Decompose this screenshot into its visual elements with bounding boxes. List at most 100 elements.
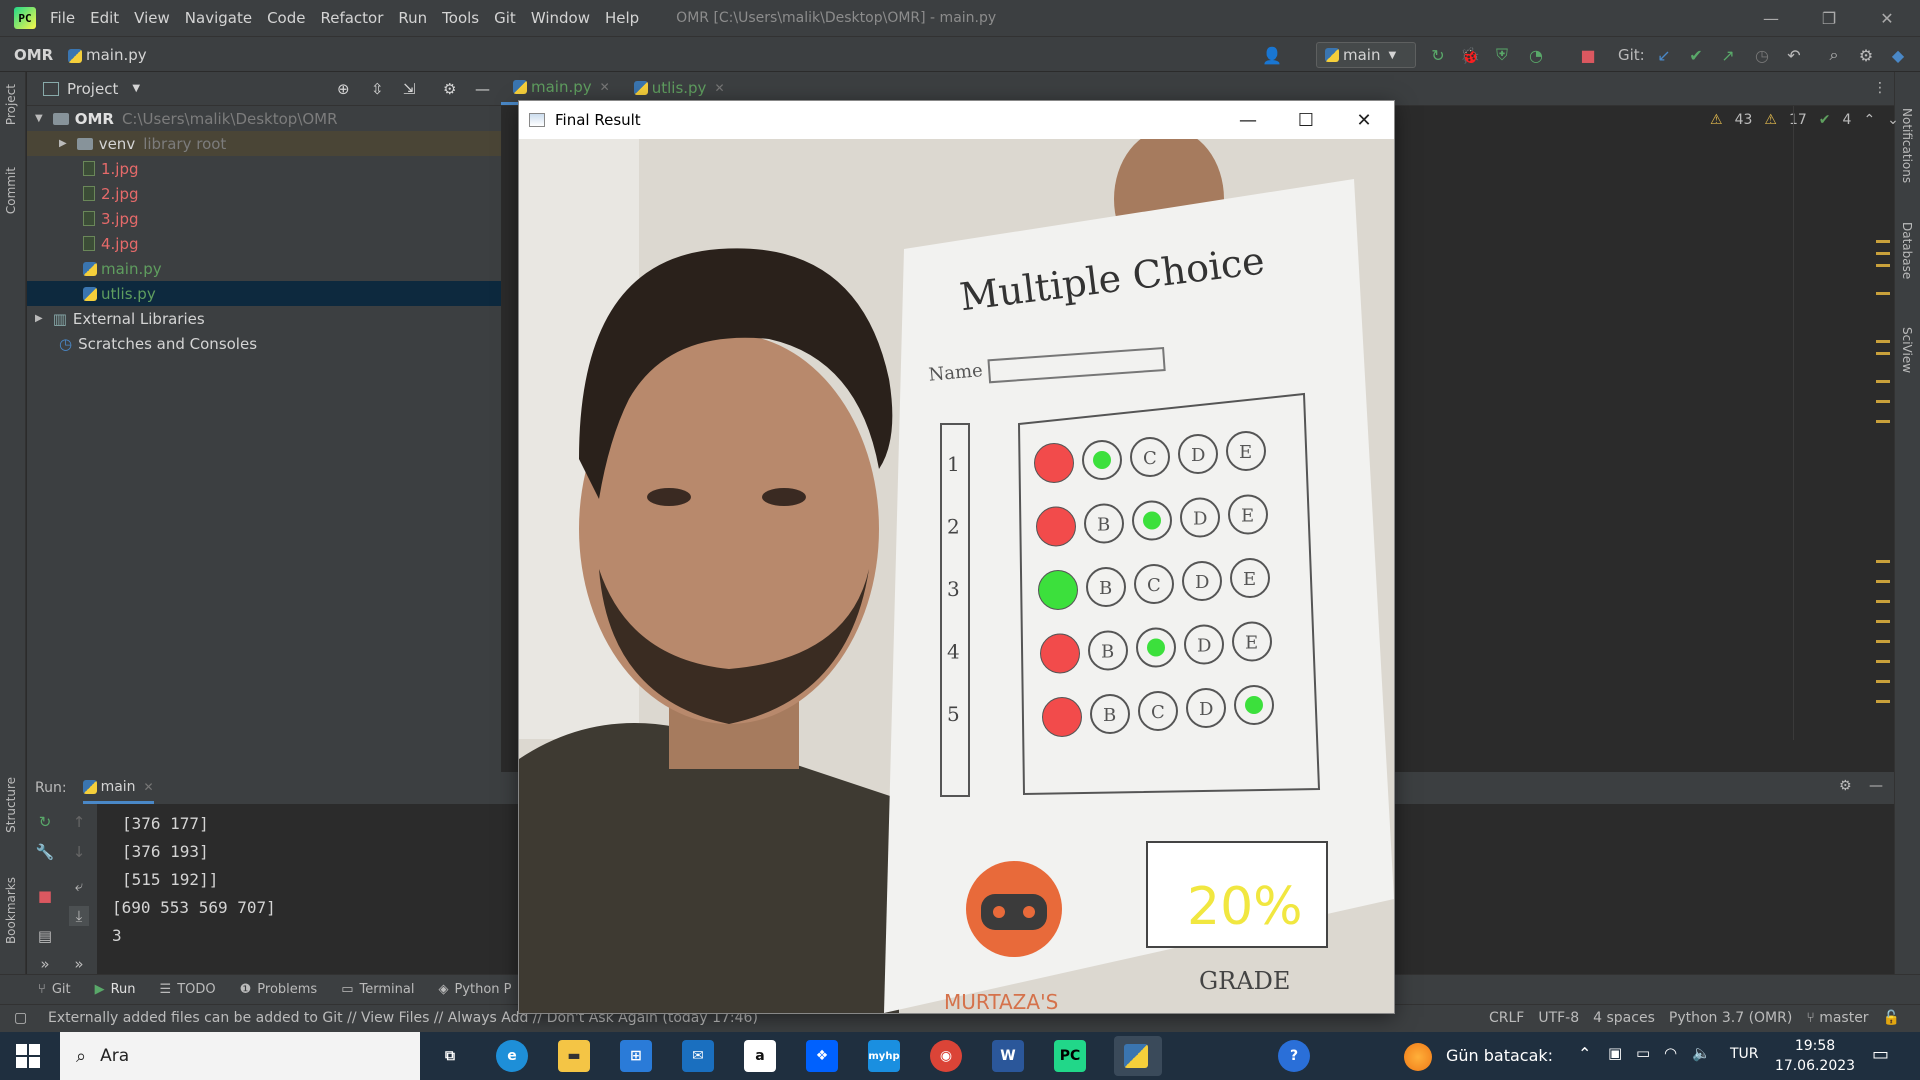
more-tabs-icon[interactable]: ⋮: [1873, 80, 1887, 96]
close-tab-icon[interactable]: ✕: [600, 80, 610, 94]
git-push-icon[interactable]: ↗: [1718, 45, 1738, 65]
collapse-all-icon[interactable]: ⇲: [403, 80, 416, 98]
chevron-down-icon[interactable]: ▼: [132, 83, 140, 94]
file-explorer-icon[interactable]: ▬: [558, 1040, 590, 1072]
tree-item-3-jpg[interactable]: 3.jpg: [27, 206, 501, 231]
user-icon[interactable]: 👤: [1262, 45, 1282, 65]
sciview-tool-tab[interactable]: SciView: [1900, 327, 1914, 373]
myhp-icon[interactable]: myhp: [868, 1040, 900, 1072]
tree-item-scratches[interactable]: ◷ Scratches and Consoles: [27, 331, 501, 356]
tree-root[interactable]: ▼ OMR C:\Users\malik\Desktop\OMR: [27, 106, 501, 131]
git-branch[interactable]: ⑂ master: [1806, 1010, 1868, 1026]
bookmarks-tool-tab[interactable]: Bookmarks: [4, 877, 18, 944]
wrench-icon[interactable]: 🔧: [35, 842, 55, 862]
store-icon[interactable]: ⊞: [620, 1040, 652, 1072]
file-encoding[interactable]: UTF-8: [1538, 1010, 1579, 1026]
profile-icon[interactable]: ◔: [1526, 45, 1546, 65]
search-icon[interactable]: ⌕: [1824, 45, 1844, 65]
close-tab-icon[interactable]: ✕: [714, 81, 724, 95]
stop-icon[interactable]: ■: [1578, 45, 1598, 65]
line-separator[interactable]: CRLF: [1489, 1010, 1524, 1026]
chevron-up-icon[interactable]: ⌃: [1578, 1044, 1591, 1063]
tab-terminal[interactable]: ▭ Terminal: [341, 982, 414, 997]
chevron-down-icon[interactable]: ⌄: [1887, 112, 1899, 128]
menu-edit[interactable]: Edit: [90, 9, 119, 27]
taskbar-clock[interactable]: 19:58 17.06.2023: [1770, 1036, 1860, 1076]
scroll-to-end-icon[interactable]: ⤓: [69, 906, 89, 926]
error-stripe-mark[interactable]: [1876, 380, 1890, 383]
input-language[interactable]: TUR: [1730, 1046, 1759, 1062]
project-tool-tab[interactable]: Project: [4, 84, 18, 125]
error-stripe-mark[interactable]: [1876, 252, 1890, 255]
error-stripe-mark[interactable]: [1876, 660, 1890, 663]
error-stripe-mark[interactable]: [1876, 352, 1890, 355]
minimize-icon[interactable]: —: [1742, 0, 1800, 36]
tree-item-main-py[interactable]: main.py: [27, 256, 501, 281]
restore-icon[interactable]: ❐: [1800, 0, 1858, 36]
notifications-tool-tab[interactable]: Notifications: [1900, 108, 1914, 183]
error-stripe-mark[interactable]: [1876, 420, 1890, 423]
minimize-icon[interactable]: —: [1219, 101, 1277, 139]
notification-center-icon[interactable]: ▭: [1872, 1044, 1889, 1065]
expand-all-icon[interactable]: ⇳: [371, 80, 384, 98]
tree-item-2-jpg[interactable]: 2.jpg: [27, 181, 501, 206]
tree-item-utlis-py[interactable]: utlis.py: [27, 281, 501, 306]
weather-icon[interactable]: [1404, 1043, 1432, 1071]
task-view-icon[interactable]: ⧉: [434, 1040, 466, 1072]
commit-tool-tab[interactable]: Commit: [4, 167, 18, 214]
mail-icon[interactable]: ✉: [682, 1040, 714, 1072]
project-view-selector[interactable]: Project: [67, 80, 118, 98]
error-stripe-mark[interactable]: [1876, 600, 1890, 603]
tab-utlis-py[interactable]: utlis.py ✕: [622, 71, 737, 105]
weather-text[interactable]: Gün batacak:: [1446, 1046, 1553, 1065]
chevron-up-icon[interactable]: ⌃: [1863, 112, 1875, 128]
settings-icon[interactable]: ⚙: [1856, 45, 1876, 65]
run-tab-main[interactable]: main ✕: [82, 772, 154, 804]
error-stripe-mark[interactable]: [1876, 240, 1890, 243]
tree-item-external-libraries[interactable]: ▶ ▥ External Libraries: [27, 306, 501, 331]
chrome-icon[interactable]: ◉: [930, 1040, 962, 1072]
amazon-icon[interactable]: a: [744, 1040, 776, 1072]
stop-icon[interactable]: ■: [35, 886, 55, 906]
error-stripe-mark[interactable]: [1876, 620, 1890, 623]
arrow-up-icon[interactable]: ↑: [69, 812, 89, 832]
hide-panel-icon[interactable]: —: [475, 80, 490, 98]
error-stripe-mark[interactable]: [1876, 340, 1890, 343]
tab-run[interactable]: ▶ Run: [95, 982, 136, 997]
gear-icon[interactable]: ⚙: [443, 80, 456, 98]
error-stripe-mark[interactable]: [1876, 264, 1890, 267]
menu-view[interactable]: View: [134, 9, 170, 27]
database-tool-tab[interactable]: Database: [1900, 222, 1914, 279]
git-update-icon[interactable]: ↙: [1654, 45, 1674, 65]
hide-panel-icon[interactable]: —: [1869, 778, 1883, 794]
tree-item-4-jpg[interactable]: 4.jpg: [27, 231, 501, 256]
tree-item-venv[interactable]: ▶ venv library root: [27, 131, 501, 156]
close-icon[interactable]: ✕: [1858, 0, 1916, 36]
inspection-widget[interactable]: ⚠ 43 ⚠ 17 ✔ 4 ⌃ ⌄: [1710, 112, 1899, 128]
error-stripe-mark[interactable]: [1876, 292, 1890, 295]
tab-todo[interactable]: ☰ TODO: [160, 982, 216, 997]
debug-icon[interactable]: 🐞: [1460, 45, 1480, 65]
rerun-icon[interactable]: ↻: [35, 812, 55, 832]
lock-icon[interactable]: 🔓: [1883, 1010, 1900, 1026]
menu-run[interactable]: Run: [398, 9, 427, 27]
volume-icon[interactable]: 🔈: [1692, 1044, 1711, 1062]
tab-python-packages[interactable]: ◈ Python P: [438, 982, 511, 997]
interpreter[interactable]: Python 3.7 (OMR): [1669, 1010, 1792, 1026]
edge-icon[interactable]: e: [496, 1040, 528, 1072]
menu-code[interactable]: Code: [267, 9, 305, 27]
python-app-icon[interactable]: [1114, 1036, 1162, 1076]
indent-setting[interactable]: 4 spaces: [1593, 1010, 1655, 1026]
battery-icon[interactable]: ▭: [1636, 1044, 1650, 1062]
maximize-icon[interactable]: ☐: [1277, 101, 1335, 139]
help-icon[interactable]: ?: [1278, 1040, 1310, 1072]
arrow-down-icon[interactable]: ↓: [69, 842, 89, 862]
jetbrains-icon[interactable]: ◆: [1888, 45, 1908, 65]
layout-icon[interactable]: ▤: [35, 926, 55, 946]
error-stripe-mark[interactable]: [1876, 700, 1890, 703]
history-icon[interactable]: ◷: [1752, 45, 1772, 65]
breadcrumb-project[interactable]: OMR: [14, 46, 53, 64]
menu-file[interactable]: File: [50, 9, 75, 27]
rerun-icon[interactable]: ↻: [1428, 45, 1448, 65]
breadcrumb-file[interactable]: main.py: [68, 46, 147, 64]
